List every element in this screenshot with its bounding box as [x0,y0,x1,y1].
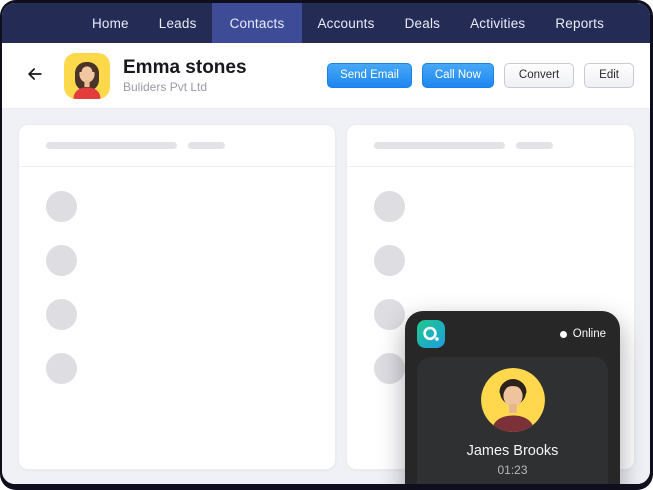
caller-name: James Brooks [466,443,559,459]
skeleton-card-body [19,167,335,384]
back-button[interactable] [22,63,48,89]
skeleton-list-item [46,353,317,384]
skeleton-list-item [374,191,616,222]
skeleton-card-header [19,125,335,167]
edit-button[interactable]: Edit [584,62,634,89]
contact-name: Emma stones [123,56,247,78]
app-window-frame: Home Leads Contacts Accounts Deals Activities… [0,0,653,490]
contact-avatar [64,52,110,99]
nav-item-accounts[interactable]: Accounts [302,3,389,43]
call-status: Online [559,328,606,340]
skeleton-bar [188,142,225,149]
online-dot-icon [559,330,567,338]
skeleton-avatar-circle [374,191,405,222]
nav-item-leads[interactable]: Leads [144,3,212,43]
skeleton-list-item [46,245,317,276]
skeleton-list-item [374,245,616,276]
online-label: Online [572,328,606,340]
skeleton-bar [374,142,505,149]
skeleton-bar [516,142,553,149]
call-timer: 01:23 [497,463,528,477]
dialer-app-logo-icon [417,320,445,348]
contact-header: Emma stones Buliders Pvt Ltd Send Email C… [2,43,650,109]
top-navbar: Home Leads Contacts Accounts Deals Activities… [2,3,650,43]
skeleton-list-item [46,191,317,222]
crm-app: Home Leads Contacts Accounts Deals Activities… [2,3,650,484]
call-widget-header: Online [405,311,620,357]
nav-item-home[interactable]: Home [77,3,144,43]
skeleton-avatar-circle [46,245,77,276]
left-skeleton-panel [18,124,336,470]
skeleton-bar [46,142,177,149]
nav-item-reports[interactable]: Reports [540,3,619,43]
nav-item-contacts[interactable]: Contacts [211,3,303,43]
skeleton-avatar-circle [46,299,77,330]
skeleton-avatar-circle [46,191,77,222]
call-now-button[interactable]: Call Now [421,62,494,89]
contact-company: Buliders Pvt Ltd [123,80,208,95]
content-area: Online James Brooks 01:23 [2,109,650,484]
skeleton-list-item [46,299,317,330]
skeleton-avatar-circle [46,353,77,384]
send-email-button[interactable]: Send Email [327,62,412,89]
call-widget[interactable]: Online James Brooks 01:23 [405,311,620,484]
nav-item-deals[interactable]: Deals [390,3,456,43]
skeleton-avatar-circle [374,245,405,276]
arrow-left-icon [25,64,45,87]
skeleton-avatar-circle [374,353,405,384]
call-panel: James Brooks 01:23 [417,357,608,484]
skeleton-card-header [347,125,634,167]
nav-item-activities[interactable]: Activities [455,3,540,43]
caller-avatar [480,368,545,432]
contact-identity: Emma stones Buliders Pvt Ltd [123,57,247,95]
skeleton-avatar-circle [374,299,405,330]
header-actions: Send Email Call Now Convert Edit [327,62,634,89]
convert-button[interactable]: Convert [503,62,575,89]
